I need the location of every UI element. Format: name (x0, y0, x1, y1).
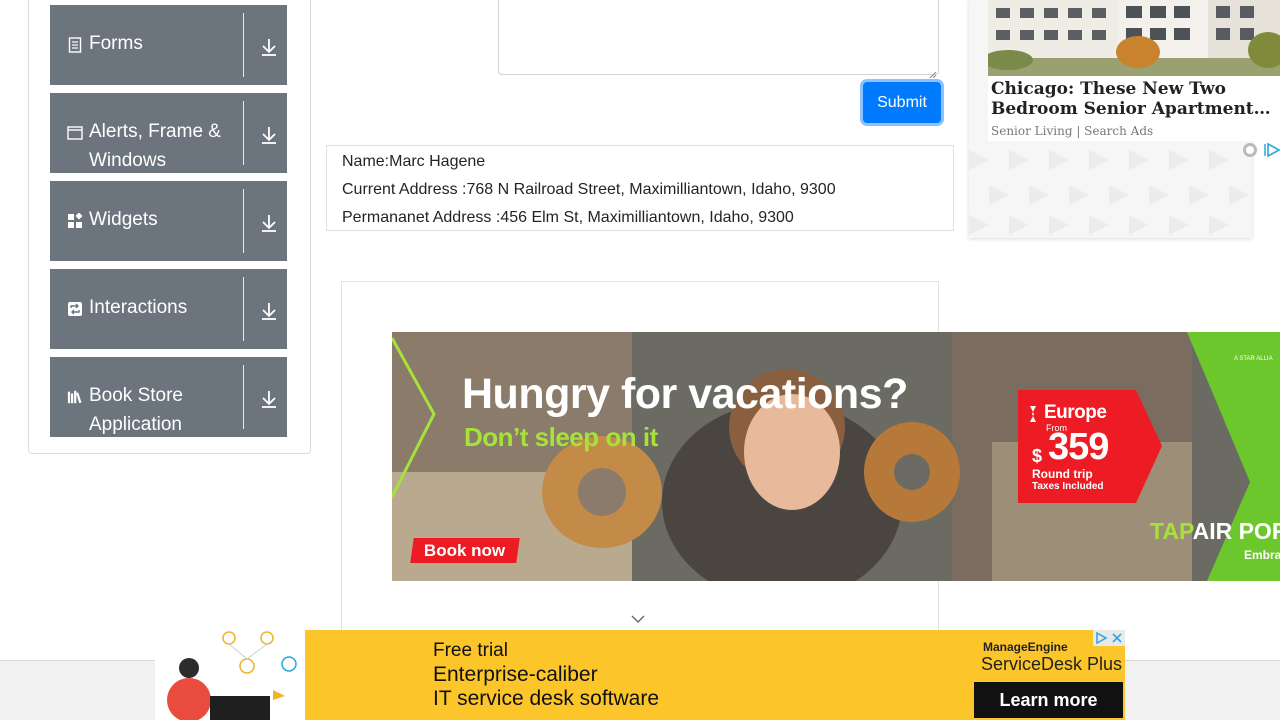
download-icon[interactable] (260, 301, 278, 321)
window-icon (67, 125, 83, 141)
document-icon (67, 37, 83, 53)
sidebar-group-label: Interactions (89, 297, 188, 318)
resize-handle[interactable] (929, 65, 937, 79)
trip-type: Round trip (1032, 467, 1093, 481)
download-icon[interactable] (260, 389, 278, 409)
divider (243, 13, 244, 77)
bottom-ad-line1: Free trial (433, 640, 508, 661)
submit-button[interactable]: Submit (863, 82, 941, 123)
sidebar-group-widgets[interactable]: Widgets (50, 181, 287, 261)
destination: Europe (1044, 402, 1107, 423)
divider (243, 277, 244, 341)
side-ad-headline: Chicago: These New Two Bedroom Senior Ap… (991, 79, 1276, 119)
download-icon[interactable] (260, 125, 278, 145)
side-ad-headline-line1: Chicago: These New Two (991, 79, 1226, 99)
divider (243, 101, 244, 165)
book-now-button[interactable]: Book now (410, 538, 520, 563)
adchoices-icon[interactable] (1242, 142, 1280, 158)
divider (243, 365, 244, 429)
sidebar-group-label: Widgets (89, 209, 158, 230)
sidebar-group-alerts[interactable]: Alerts, Frame & Windows (50, 93, 287, 173)
currency: $ (1032, 446, 1043, 466)
brand-air: AIR PORT (1192, 518, 1280, 544)
widgets-icon (67, 213, 83, 229)
price-tag: Europe From $ 359 Round trip Taxes Inclu… (1018, 390, 1162, 503)
output-current-address: Current Address :768 N Railroad Street, … (342, 181, 836, 198)
price: 359 (1048, 426, 1109, 468)
chevron-down-icon[interactable] (630, 612, 646, 624)
permanent-address-textarea[interactable] (498, 0, 939, 79)
bottom-ad-line2: Enterprise-caliber (433, 663, 598, 686)
tax-note: Taxes Included (1032, 481, 1104, 492)
download-icon[interactable] (260, 213, 278, 233)
alliance-label: A STAR ALLIA (1234, 356, 1273, 362)
sidebar-group-interactions[interactable]: Interactions (50, 269, 287, 349)
banner-subheadline: Don’t sleep on it (464, 422, 658, 452)
output-name: Name:Marc Hagene (342, 153, 486, 170)
airline-logo: TAPAIR PORT (1150, 518, 1280, 545)
bottom-ad-product: ServiceDesk Plus (981, 654, 1123, 674)
sidebar-group-forms[interactable]: Forms (50, 5, 287, 85)
side-ad-headline-line2: Bedroom Senior Apartments… (991, 99, 1276, 119)
page: Forms Alerts, Frame & Windows Widgets In… (0, 0, 1280, 720)
output-panel: Name:Marc Hagene Current Address :768 N … (326, 145, 954, 231)
download-icon[interactable] (260, 37, 278, 57)
side-ad-text[interactable]: Chicago: These New Two Bedroom Senior Ap… (988, 76, 1280, 141)
bottom-ad-brand: ManageEngine (983, 640, 1068, 654)
brand-tap: TAP (1150, 518, 1193, 544)
books-icon (67, 389, 83, 405)
banner-tagline: Embrace (1244, 548, 1280, 562)
bottom-banner-ad[interactable]: Free trial Enterprise-caliber IT service… (155, 630, 1125, 720)
sidebar-group-book-store[interactable]: Book Store Application (50, 357, 287, 437)
apartment-photo[interactable] (988, 0, 1280, 76)
sidebar-group-label: Forms (89, 33, 143, 54)
divider (243, 189, 244, 253)
output-permanent-address: Permananet Address :456 Elm St, Maximill… (342, 209, 794, 226)
vacation-banner-ad[interactable]: A STAR ALLIA Hungry for vacations? Don’t… (392, 332, 1280, 581)
close-ad-icon[interactable] (1093, 630, 1125, 646)
interactions-icon (67, 301, 83, 317)
banner-headline: Hungry for vacations? (462, 370, 908, 418)
bottom-ad-line3: IT service desk software (433, 687, 660, 710)
sidebar-group-label: Alerts, Frame & Windows (89, 121, 221, 171)
side-ad-source: Senior Living | Search Ads (991, 124, 1154, 138)
sidebar-group-label: Book Store Application (89, 385, 183, 435)
learn-more-button[interactable]: Learn more (974, 682, 1123, 718)
ad-illustration (155, 630, 305, 720)
book-now-label: Book now (424, 540, 506, 560)
